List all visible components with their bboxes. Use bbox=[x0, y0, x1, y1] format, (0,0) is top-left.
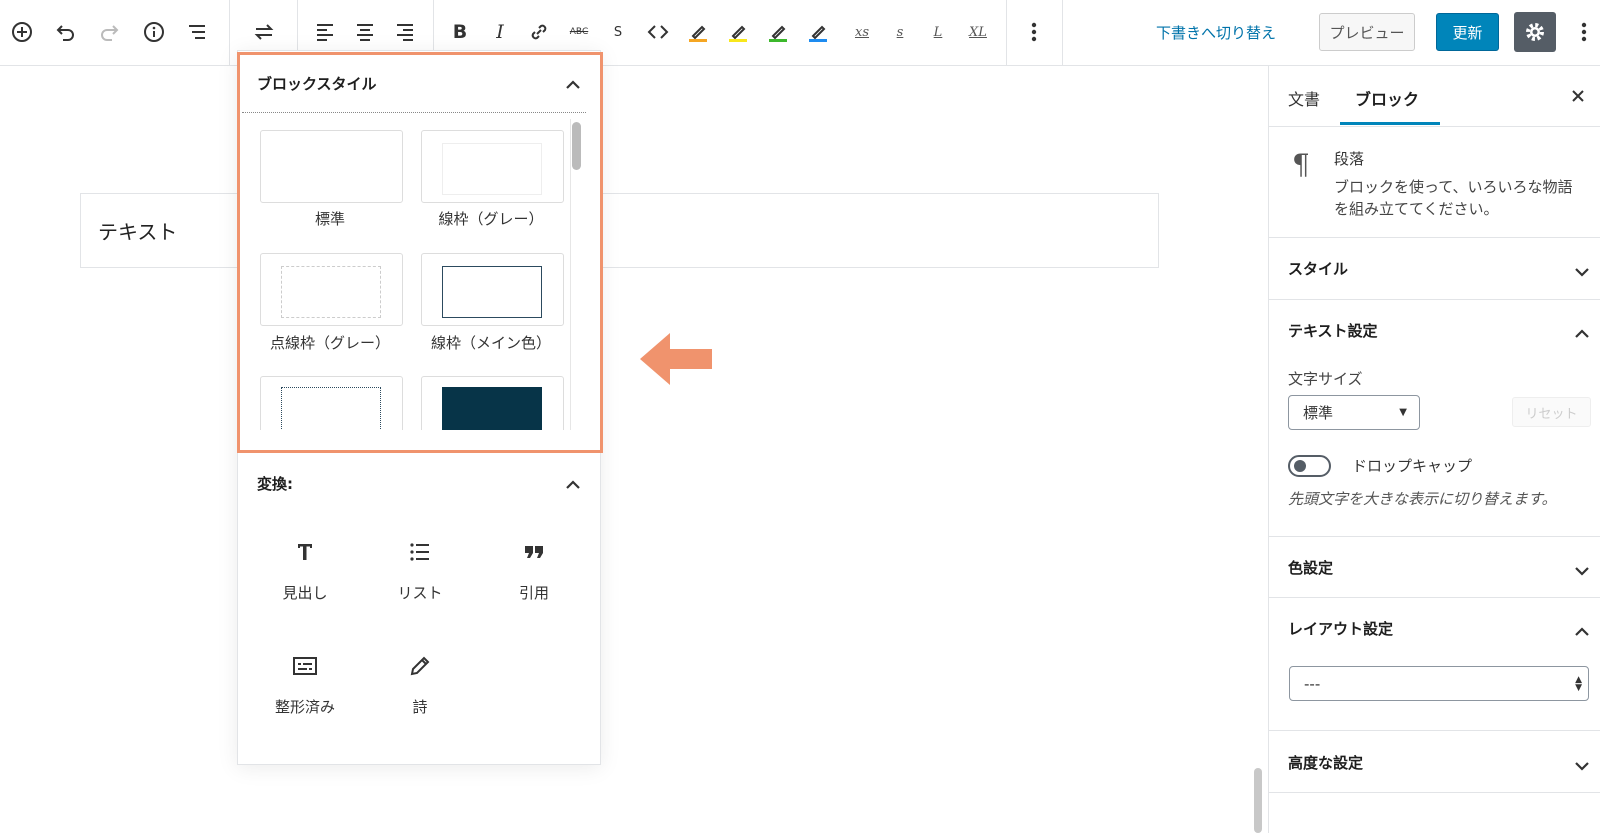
marker-blue-icon[interactable] bbox=[800, 14, 836, 50]
transform-list[interactable]: リスト bbox=[375, 540, 465, 603]
styles-scrollbar[interactable] bbox=[572, 122, 581, 170]
dropdown-arrow-icon: ▼ bbox=[1399, 407, 1407, 418]
color-settings-title[interactable]: 色設定 bbox=[1288, 557, 1333, 578]
italic-button[interactable]: I bbox=[482, 14, 518, 50]
verse-icon bbox=[410, 656, 430, 676]
reset-button[interactable]: リセット bbox=[1512, 397, 1591, 427]
font-s-button[interactable]: s bbox=[882, 14, 918, 50]
layout-value: --- bbox=[1304, 674, 1321, 693]
link-icon[interactable] bbox=[521, 14, 557, 50]
style-option-gray-border[interactable] bbox=[421, 130, 564, 203]
editor-scrollbar[interactable] bbox=[1254, 768, 1262, 833]
transform-verse[interactable]: 詩 bbox=[375, 654, 465, 717]
strikethrough-button[interactable]: ABC bbox=[561, 14, 597, 50]
marker-orange-icon[interactable] bbox=[680, 14, 716, 50]
block-styles-title: ブロックスタイル bbox=[257, 75, 377, 93]
transform-label: 詩 bbox=[412, 698, 428, 716]
info-icon[interactable] bbox=[136, 14, 172, 50]
block-description-line2: を組み立ててください。 bbox=[1334, 200, 1499, 218]
font-size-select[interactable]: 標準 ▼ bbox=[1288, 395, 1420, 430]
chevron-down-icon[interactable] bbox=[1574, 562, 1590, 581]
chevron-up-icon[interactable] bbox=[565, 76, 581, 95]
quote-icon bbox=[525, 546, 543, 558]
font-l-button[interactable]: L bbox=[920, 14, 956, 50]
dropcap-label: ドロップキャップ bbox=[1352, 457, 1473, 475]
style-option-gray-dotted[interactable] bbox=[260, 253, 403, 326]
bold-button[interactable]: B bbox=[442, 14, 478, 50]
list-icon bbox=[410, 543, 429, 561]
font-xs-button[interactable]: xs bbox=[844, 14, 880, 50]
align-right-icon[interactable] bbox=[387, 14, 423, 50]
transform-quote[interactable]: 引用 bbox=[489, 540, 579, 603]
style-label: 線枠（メイン色） bbox=[430, 334, 551, 352]
paragraph-text[interactable]: テキスト bbox=[98, 216, 177, 245]
heading-icon bbox=[298, 544, 312, 560]
redo-icon[interactable] bbox=[92, 14, 128, 50]
preformatted-icon bbox=[293, 657, 317, 675]
style-label: 点線枠（グレー） bbox=[269, 334, 390, 352]
add-block-icon[interactable] bbox=[4, 14, 40, 50]
layout-settings-title[interactable]: レイアウト設定 bbox=[1288, 618, 1393, 639]
outline-icon[interactable] bbox=[179, 14, 215, 50]
style-option-standard[interactable] bbox=[260, 130, 403, 203]
transform-icon[interactable] bbox=[246, 14, 282, 50]
dropcap-help: 先頭文字を大きな表示に切り替えます。 bbox=[1288, 490, 1557, 508]
transform-preformatted[interactable]: 整形済み bbox=[260, 654, 350, 717]
undo-icon[interactable] bbox=[47, 14, 83, 50]
preview-button[interactable]: プレビュー bbox=[1319, 13, 1415, 51]
style-label: 線枠（グレー） bbox=[438, 210, 544, 228]
font-xl-button[interactable]: XL bbox=[960, 14, 996, 50]
marker-yellow-icon[interactable] bbox=[720, 14, 756, 50]
align-left-icon[interactable] bbox=[307, 14, 343, 50]
transform-heading[interactable]: 見出し bbox=[260, 540, 350, 603]
text-settings-title[interactable]: テキスト設定 bbox=[1288, 320, 1378, 341]
dropcap-toggle[interactable] bbox=[1288, 455, 1331, 477]
transform-label: 見出し bbox=[282, 584, 328, 602]
chevron-up-icon[interactable] bbox=[565, 476, 581, 495]
align-center-icon[interactable] bbox=[347, 14, 383, 50]
chevron-down-icon[interactable] bbox=[1574, 263, 1590, 282]
close-icon[interactable] bbox=[1571, 88, 1585, 107]
spinner-arrows-icon: ▲ ▼ bbox=[1575, 674, 1582, 693]
style-row-partial bbox=[242, 374, 570, 430]
font-size-label: 文字サイズ bbox=[1288, 370, 1363, 388]
paragraph-icon: ¶ bbox=[1292, 148, 1310, 181]
tab-block[interactable]: ブロック bbox=[1355, 86, 1419, 110]
style-option-main-color-dotted[interactable] bbox=[260, 376, 403, 430]
code-icon[interactable] bbox=[640, 14, 676, 50]
block-description-line1: ブロックを使って、いろいろな物語 bbox=[1334, 178, 1573, 196]
more-options-icon[interactable] bbox=[1016, 14, 1052, 50]
arrow-left-icon bbox=[640, 333, 712, 389]
block-name: 段落 bbox=[1334, 150, 1365, 168]
style-label: 標準 bbox=[314, 210, 345, 228]
chevron-up-icon[interactable] bbox=[1574, 325, 1590, 344]
settings-gear-icon[interactable] bbox=[1514, 12, 1556, 52]
update-button[interactable]: 更新 bbox=[1436, 13, 1499, 51]
tab-document[interactable]: 文書 bbox=[1288, 86, 1320, 110]
transform-label: 引用 bbox=[518, 584, 549, 602]
transform-title: 変換: bbox=[257, 475, 293, 493]
transform-label: リスト bbox=[397, 584, 443, 602]
chevron-down-icon[interactable] bbox=[1574, 757, 1590, 776]
layout-select[interactable]: --- ▲ ▼ bbox=[1289, 666, 1589, 701]
advanced-settings-title[interactable]: 高度な設定 bbox=[1288, 752, 1363, 773]
tab-indicator bbox=[1340, 122, 1440, 125]
style-option-main-color-border[interactable] bbox=[421, 253, 564, 326]
more-menu-icon[interactable] bbox=[1566, 14, 1600, 50]
small-s-button[interactable]: S bbox=[600, 14, 636, 50]
style-panel-title[interactable]: スタイル bbox=[1288, 258, 1348, 279]
transform-label: 整形済み bbox=[274, 698, 335, 716]
switch-to-draft-link[interactable]: 下書きへ切り替え bbox=[1156, 22, 1276, 43]
marker-green-icon[interactable] bbox=[760, 14, 796, 50]
chevron-up-icon[interactable] bbox=[1574, 623, 1590, 642]
style-option-main-color-fill[interactable] bbox=[421, 376, 564, 430]
font-size-value: 標準 bbox=[1303, 404, 1334, 422]
